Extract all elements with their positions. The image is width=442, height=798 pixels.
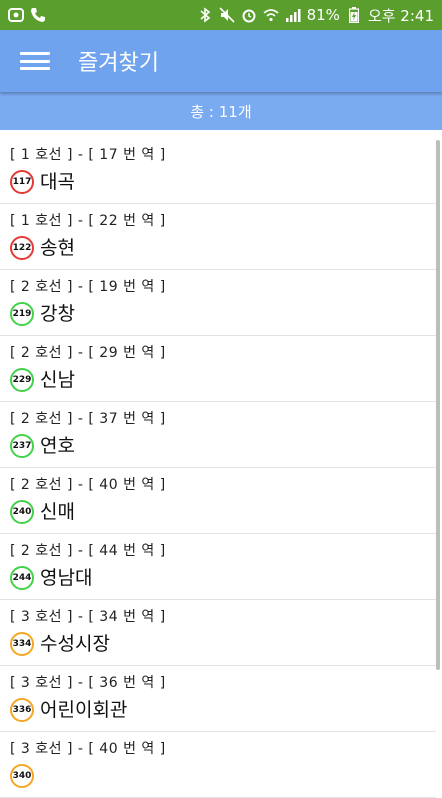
- phone-icon: [30, 7, 46, 23]
- station-row[interactable]: [ 2 호선 ] - [ 37 번 역 ] 237 연호: [0, 402, 436, 468]
- station-line-info: [ 3 호선 ] - [ 36 번 역 ]: [10, 675, 166, 691]
- battery-charging-icon: [346, 7, 362, 23]
- station-row[interactable]: [ 3 호선 ] - [ 34 번 역 ] 334 수성시장: [0, 600, 436, 666]
- station-line-info: [ 2 호선 ] - [ 19 번 역 ]: [10, 279, 166, 295]
- station-code-badge: 229: [10, 368, 34, 392]
- signal-icon: [285, 7, 301, 23]
- hamburger-menu-icon[interactable]: [20, 49, 50, 73]
- station-code-badge: 237: [10, 434, 34, 458]
- list-scrollbar[interactable]: [436, 140, 440, 670]
- favorites-list: [ 1 호선 ] - [ 17 번 역 ] 117 대곡 [ 1 호선 ] - …: [0, 138, 436, 798]
- status-bar: 81% 오후 2:41: [0, 0, 442, 30]
- favorites-count-bar: 총 : 11개: [0, 92, 442, 130]
- station-row[interactable]: [ 3 호선 ] - [ 40 번 역 ] 340: [0, 732, 436, 798]
- station-name: 어린이회관: [40, 699, 128, 721]
- page-title: 즐겨찾기: [78, 51, 159, 76]
- station-code-badge: 336: [10, 698, 34, 722]
- station-line-info: [ 1 호선 ] - [ 17 번 역 ]: [10, 147, 166, 163]
- station-code-badge: 219: [10, 302, 34, 326]
- station-code-badge: 334: [10, 632, 34, 656]
- app-bar: 즐겨찾기: [0, 30, 442, 92]
- station-name: 대곡: [40, 171, 75, 193]
- bluetooth-icon: [197, 7, 213, 23]
- station-line-info: [ 2 호선 ] - [ 37 번 역 ]: [10, 411, 166, 427]
- status-time: 오후 2:41: [367, 6, 434, 25]
- status-bar-right: 81% 오후 2:41: [197, 5, 434, 26]
- mute-icon: [219, 7, 235, 23]
- station-row[interactable]: [ 1 호선 ] - [ 17 번 역 ] 117 대곡: [0, 138, 436, 204]
- station-name: 신매: [40, 501, 75, 523]
- station-row[interactable]: [ 2 호선 ] - [ 44 번 역 ] 244 영남대: [0, 534, 436, 600]
- wifi-icon: [263, 7, 279, 23]
- station-line-info: [ 3 호선 ] - [ 40 번 역 ]: [10, 741, 166, 757]
- station-name: 강창: [40, 303, 75, 325]
- station-code-badge: 244: [10, 566, 34, 590]
- station-line-info: [ 3 호선 ] - [ 34 번 역 ]: [10, 609, 166, 625]
- station-name: 신남: [40, 369, 75, 391]
- alarm-icon: [241, 7, 257, 23]
- status-bar-left: [8, 7, 46, 23]
- battery-percent: 81%: [306, 6, 340, 24]
- station-code-badge: 240: [10, 500, 34, 524]
- station-line-info: [ 2 호선 ] - [ 40 번 역 ]: [10, 477, 166, 493]
- station-line-info: [ 2 호선 ] - [ 44 번 역 ]: [10, 543, 166, 559]
- station-code-badge: 340: [10, 764, 34, 788]
- station-name: 영남대: [40, 567, 93, 589]
- station-row[interactable]: [ 2 호선 ] - [ 40 번 역 ] 240 신매: [0, 468, 436, 534]
- station-code-badge: 122: [10, 236, 34, 260]
- favorites-count: 총 : 11개: [190, 102, 252, 121]
- station-line-info: [ 2 호선 ] - [ 29 번 역 ]: [10, 345, 166, 361]
- station-name: 연호: [40, 435, 75, 457]
- app-notification-icon: [8, 7, 24, 23]
- station-row[interactable]: [ 2 호선 ] - [ 19 번 역 ] 219 강창: [0, 270, 436, 336]
- station-row[interactable]: [ 1 호선 ] - [ 22 번 역 ] 122 송현: [0, 204, 436, 270]
- station-line-info: [ 1 호선 ] - [ 22 번 역 ]: [10, 213, 166, 229]
- station-row[interactable]: [ 3 호선 ] - [ 36 번 역 ] 336 어린이회관: [0, 666, 436, 732]
- station-code-badge: 117: [10, 170, 34, 194]
- station-name: 송현: [40, 237, 75, 259]
- station-row[interactable]: [ 2 호선 ] - [ 29 번 역 ] 229 신남: [0, 336, 436, 402]
- station-name: 수성시장: [40, 633, 110, 655]
